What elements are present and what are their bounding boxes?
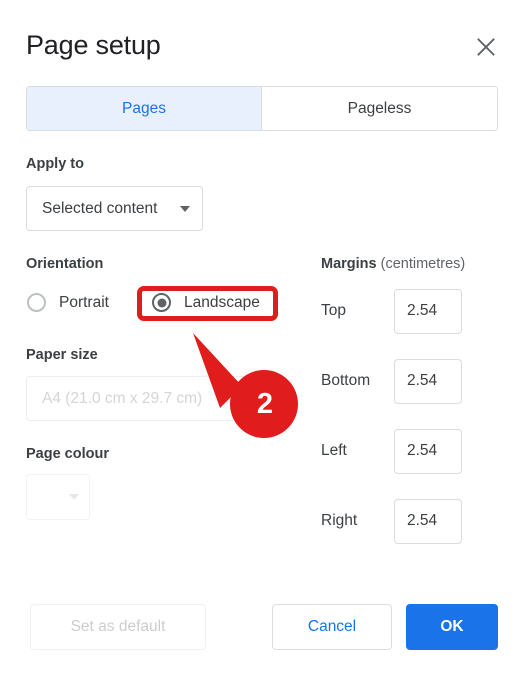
margin-right-label: Right xyxy=(321,512,358,529)
cancel-button[interactable]: Cancel xyxy=(272,604,392,650)
margin-row: Top xyxy=(321,288,501,334)
close-button[interactable] xyxy=(469,30,503,64)
apply-to-label: Apply to xyxy=(26,156,84,172)
margin-top-label: Top xyxy=(321,302,346,319)
margin-row: Right xyxy=(321,498,501,544)
page-colour-picker[interactable] xyxy=(26,474,90,520)
paper-size-dropdown[interactable]: A4 (21.0 cm x 29.7 cm) xyxy=(26,376,258,421)
ok-button[interactable]: OK xyxy=(406,604,498,650)
margins-unit: (centimetres) xyxy=(380,256,466,272)
radio-portrait[interactable]: Portrait xyxy=(27,293,109,312)
radio-landscape-mark xyxy=(152,293,171,312)
margin-top-input[interactable] xyxy=(394,288,462,334)
margin-left-label: Left xyxy=(321,442,347,459)
radio-landscape[interactable]: Landscape xyxy=(152,293,260,312)
apply-to-value: Selected content xyxy=(42,199,158,217)
tab-pages[interactable]: Pages xyxy=(27,87,262,130)
radio-landscape-label: Landscape xyxy=(184,293,260,311)
page-setup-dialog: Page setup Pages Pageless Apply to Selec… xyxy=(0,0,525,675)
margins-label: Margins (centimetres) xyxy=(321,256,465,272)
radio-portrait-label: Portrait xyxy=(59,293,109,311)
apply-to-dropdown[interactable]: Selected content xyxy=(26,186,203,231)
tab-pageless[interactable]: Pageless xyxy=(262,87,497,130)
margins-title: Margins xyxy=(321,256,377,272)
margin-row: Bottom xyxy=(321,358,501,404)
view-mode-tabs: Pages Pageless xyxy=(26,86,498,131)
orientation-label: Orientation xyxy=(26,256,104,272)
margin-left-input[interactable] xyxy=(394,428,462,474)
set-as-default-button[interactable]: Set as default xyxy=(30,604,206,650)
margin-right-input[interactable] xyxy=(394,498,462,544)
paper-size-value: A4 (21.0 cm x 29.7 cm) xyxy=(42,389,203,407)
chevron-down-icon xyxy=(69,494,79,500)
close-icon xyxy=(477,38,495,56)
chevron-down-icon xyxy=(237,395,247,402)
radio-portrait-mark xyxy=(27,293,46,312)
paper-size-label: Paper size xyxy=(26,347,98,363)
margin-bottom-input[interactable] xyxy=(394,358,462,404)
margin-bottom-label: Bottom xyxy=(321,372,371,389)
chevron-down-icon xyxy=(180,205,190,212)
margin-row: Left xyxy=(321,428,501,474)
page-colour-label: Page colour xyxy=(26,446,109,462)
page-title: Page setup xyxy=(26,30,161,60)
